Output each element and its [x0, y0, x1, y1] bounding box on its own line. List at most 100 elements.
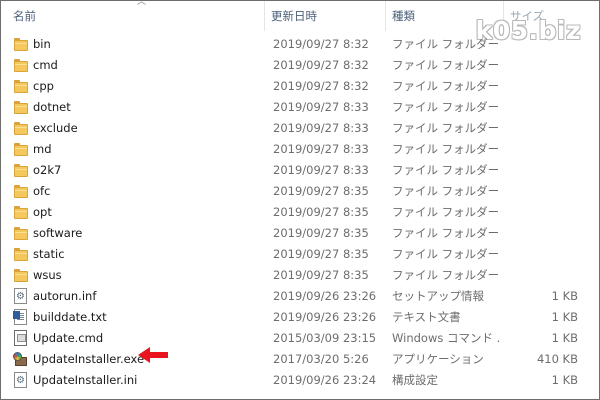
file-type: テキスト文書 [392, 310, 461, 324]
file-type: ファイル フォルダー [392, 163, 500, 177]
file-name: software [33, 226, 83, 240]
file-row[interactable]: opt 2019/09/27 8:35 ファイル フォルダー [1, 202, 599, 223]
file-size [506, 244, 578, 265]
file-type: Windows コマンド ... [392, 331, 500, 345]
file-size: 1 KB [551, 289, 578, 303]
folder-icon [12, 223, 30, 244]
file-modified-date: 2019/09/27 8:35 [273, 247, 369, 261]
file-row[interactable]: builddate.txt 2019/09/26 23:26 テキスト文書 1 KB [1, 307, 599, 328]
file-row[interactable]: bin 2019/09/27 8:32 ファイル フォルダー [1, 34, 599, 55]
file-type: ファイル フォルダー [392, 226, 500, 240]
file-modified-date: 2019/09/27 8:33 [273, 121, 369, 135]
file-type: ファイル フォルダー [392, 58, 500, 72]
file-size: 1 KB [551, 331, 578, 345]
folder-icon [12, 265, 30, 286]
file-modified-date: 2019/09/27 8:33 [273, 163, 369, 177]
folder-icon [12, 181, 30, 202]
file-row[interactable]: UpdateInstaller.exe 2017/03/20 5:26 アプリケーシ… [1, 349, 599, 370]
file-name: cmd [33, 58, 58, 72]
column-header-name-label: 名前 [13, 9, 36, 23]
file-name: cpp [33, 79, 54, 93]
file-modified-date: 2015/03/09 23:15 [273, 331, 377, 345]
folder-icon [12, 139, 30, 160]
file-row[interactable]: md 2019/09/27 8:33 ファイル フォルダー [1, 139, 599, 160]
file-row[interactable]: UpdateInstaller.ini 2019/09/26 23:24 構成設定 1… [1, 370, 599, 391]
file-name: o2k7 [33, 163, 62, 177]
folder-icon [12, 202, 30, 223]
file-modified-date: 2019/09/27 8:32 [273, 79, 369, 93]
file-explorer-view: 名前 ︿ 更新日時 種類 サイズ k05.biz bin 2019/09/27 8… [0, 0, 600, 400]
file-name: dotnet [33, 100, 71, 114]
column-header-name[interactable]: 名前 ︿ [7, 1, 264, 31]
file-type: ファイル フォルダー [392, 79, 500, 93]
file-modified-date: 2019/09/26 23:26 [273, 289, 377, 303]
file-size [506, 202, 578, 223]
file-type: ファイル フォルダー [392, 268, 500, 282]
file-size [506, 223, 578, 244]
file-type: ファイル フォルダー [392, 121, 500, 135]
folder-icon [12, 244, 30, 265]
column-header-type-label: 種類 [392, 9, 415, 23]
folder-icon [12, 97, 30, 118]
file-size [506, 55, 578, 76]
file-type: 構成設定 [392, 373, 438, 387]
file-row[interactable]: autorun.inf 2019/09/26 23:26 セットアップ情報 1 KB [1, 286, 599, 307]
file-size [506, 118, 578, 139]
column-header-date-label: 更新日時 [271, 9, 317, 23]
file-row[interactable]: exclude 2019/09/27 8:33 ファイル フォルダー [1, 118, 599, 139]
file-type: ファイル フォルダー [392, 205, 500, 219]
red-arrow-annotation-icon [138, 347, 168, 363]
file-size: 410 KB [536, 352, 578, 366]
file-name: builddate.txt [33, 310, 107, 324]
text-file-icon [12, 307, 30, 328]
file-name: wsus [33, 268, 62, 282]
file-size: 1 KB [551, 373, 578, 387]
file-modified-date: 2019/09/27 8:32 [273, 58, 369, 72]
file-modified-date: 2019/09/26 23:26 [273, 310, 377, 324]
file-type: ファイル フォルダー [392, 100, 500, 114]
file-type: ファイル フォルダー [392, 247, 500, 261]
file-row[interactable]: Update.cmd 2015/03/09 23:15 Windows コマンド .… [1, 328, 599, 349]
file-modified-date: 2019/09/27 8:35 [273, 205, 369, 219]
command-file-icon [12, 328, 30, 349]
settings-file-icon [12, 286, 30, 307]
folder-icon [12, 55, 30, 76]
file-name: UpdateInstaller.ini [33, 373, 138, 387]
file-row[interactable]: cpp 2019/09/27 8:32 ファイル フォルダー [1, 76, 599, 97]
file-size [506, 34, 578, 55]
file-size [506, 181, 578, 202]
file-size [506, 139, 578, 160]
file-name: exclude [33, 121, 78, 135]
file-name: autorun.inf [33, 289, 97, 303]
file-name: ofc [33, 184, 51, 198]
file-list: bin 2019/09/27 8:32 ファイル フォルダー cmd 2019/09/2… [1, 34, 599, 391]
column-header-date[interactable]: 更新日時 [264, 1, 385, 31]
file-modified-date: 2019/09/27 8:32 [273, 37, 369, 51]
file-row[interactable]: dotnet 2019/09/27 8:33 ファイル フォルダー [1, 97, 599, 118]
file-type: ファイル フォルダー [392, 184, 500, 198]
folder-icon [12, 118, 30, 139]
file-modified-date: 2019/09/27 8:35 [273, 268, 369, 282]
folder-icon [12, 76, 30, 97]
file-modified-date: 2019/09/27 8:33 [273, 100, 369, 114]
file-name: opt [33, 205, 52, 219]
file-size [506, 97, 578, 118]
installer-icon [12, 349, 30, 370]
settings-file-icon [12, 370, 30, 391]
folder-icon [12, 34, 30, 55]
file-type: ファイル フォルダー [392, 37, 500, 51]
file-row[interactable]: software 2019/09/27 8:35 ファイル フォルダー [1, 223, 599, 244]
file-row[interactable]: o2k7 2019/09/27 8:33 ファイル フォルダー [1, 160, 599, 181]
file-type: アプリケーション [392, 352, 484, 366]
file-row[interactable]: cmd 2019/09/27 8:32 ファイル フォルダー [1, 55, 599, 76]
file-size [506, 76, 578, 97]
file-size [506, 160, 578, 181]
file-type: セットアップ情報 [392, 289, 484, 303]
file-name: static [33, 247, 65, 261]
file-name: bin [33, 37, 51, 51]
file-type: ファイル フォルダー [392, 142, 500, 156]
file-size [506, 265, 578, 286]
file-row[interactable]: static 2019/09/27 8:35 ファイル フォルダー [1, 244, 599, 265]
file-row[interactable]: wsus 2019/09/27 8:35 ファイル フォルダー [1, 265, 599, 286]
file-row[interactable]: ofc 2019/09/27 8:35 ファイル フォルダー [1, 181, 599, 202]
